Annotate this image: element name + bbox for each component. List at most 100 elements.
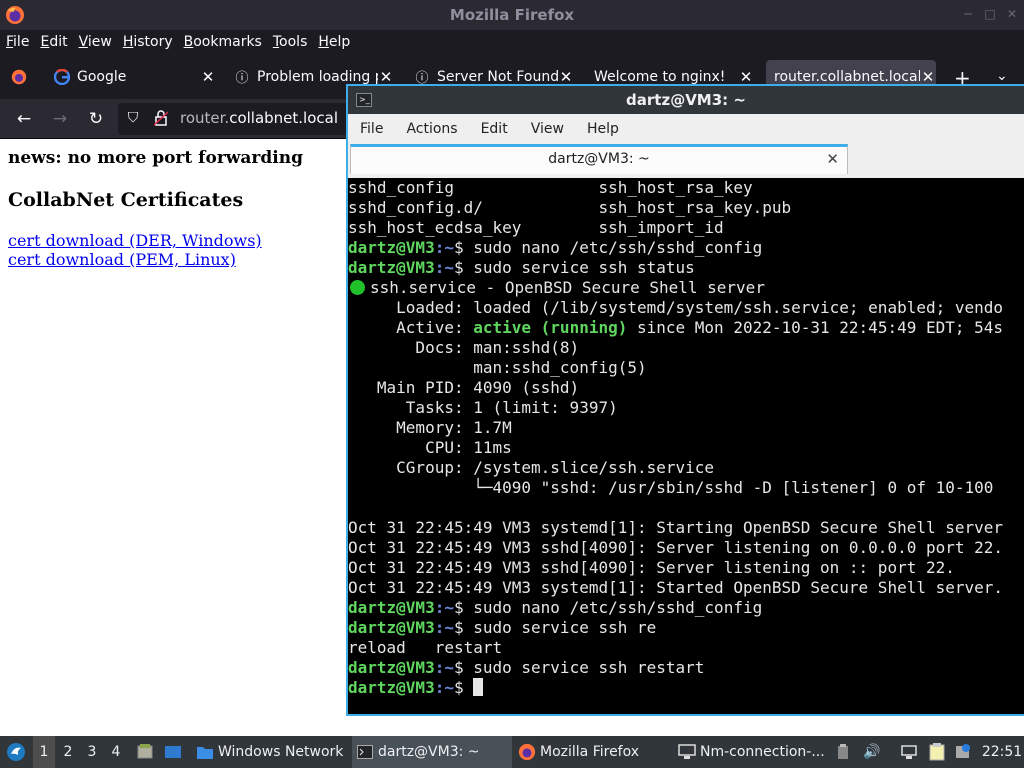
tab-close-icon[interactable]: ✕: [738, 68, 754, 86]
task-label: dartz@VM3: ~: [378, 744, 480, 760]
firefox-view-icon: [11, 69, 27, 84]
firefox-menubar: File Edit View History Bookmarks Tools H…: [0, 30, 1024, 54]
terminal-prompt-line[interactable]: dartz@VM3:~$: [348, 678, 1024, 698]
firefox-window-title: Mozilla Firefox: [449, 6, 575, 24]
menu-history[interactable]: History: [123, 34, 173, 50]
clipboard-tray-icon[interactable]: [836, 736, 850, 768]
tab-label: Server Not Found: [437, 68, 558, 85]
task-label: Nm-connection-...: [700, 744, 825, 760]
url-subdomain: router.: [180, 109, 230, 127]
terminal-tab[interactable]: dartz@VM3: ~ ✕: [350, 144, 848, 174]
terminal-tab-label: dartz@VM3: ~: [548, 151, 650, 167]
update-notifier-icon[interactable]: [952, 736, 974, 768]
lxqt-logo-icon: [7, 743, 25, 761]
command: sudo nano /etc/ssh/sshd_config: [473, 598, 763, 617]
terminal-line: ssh.service - OpenBSD Secure Shell serve…: [348, 278, 1024, 298]
tab-label: Welcome to nginx!: [594, 68, 726, 85]
workspace-1[interactable]: 1: [33, 736, 55, 768]
terminal-line: ssh_host_ecdsa_key ssh_import_id: [348, 218, 724, 237]
active-since: since Mon 2022-10-31 22:45:49 EDT; 54s: [627, 318, 1004, 337]
prompt-user: dartz@VM3: [348, 678, 435, 697]
network-tray-icon[interactable]: [898, 736, 920, 768]
menu-file[interactable]: File: [6, 34, 29, 50]
news-text: news: no more port forwarding: [8, 148, 303, 168]
tab-google[interactable]: Google ✕: [54, 60, 216, 93]
terminal-titlebar[interactable]: >_ dartz@VM3: ~: [348, 86, 1024, 114]
network-icon: [678, 743, 696, 761]
tab-label: router.collabnet.local/: [774, 68, 920, 85]
command: sudo service ssh restart: [473, 658, 705, 677]
volume-icon[interactable]: 🔊: [862, 736, 882, 768]
task-nm-connection[interactable]: Nm-connection-...: [674, 736, 828, 768]
terminal-output[interactable]: sshd_config ssh_host_rsa_key sshd_config…: [348, 178, 1024, 714]
clock[interactable]: 22:51: [982, 736, 1022, 768]
menu-edit[interactable]: Edit: [40, 34, 67, 50]
command: sudo service ssh status: [473, 258, 695, 277]
back-arrow-icon[interactable]: ←: [13, 108, 35, 130]
shield-icon[interactable]: ⛉: [124, 110, 142, 128]
terminal-line: reload restart: [348, 638, 503, 657]
prompt-path: :~: [434, 258, 454, 277]
lock-icon[interactable]: [152, 110, 170, 128]
tab-close-icon[interactable]: ✕: [378, 68, 394, 86]
prompt-path: :~: [434, 618, 454, 637]
terminal-menu-actions[interactable]: Actions: [406, 121, 457, 137]
start-menu-button[interactable]: [4, 736, 28, 768]
workspace-2[interactable]: 2: [57, 736, 79, 768]
show-desktop-icon[interactable]: [162, 736, 184, 768]
active-status: active (running): [473, 318, 628, 337]
menu-help[interactable]: Help: [318, 34, 350, 50]
list-all-tabs-chevron-down-icon[interactable]: ⌄: [996, 68, 1008, 84]
command: sudo nano /etc/ssh/sshd_config: [473, 238, 763, 257]
tab-close-icon[interactable]: ✕: [200, 68, 216, 86]
terminal-line: └─4090 "sshd: /usr/sbin/sshd -D [listene…: [348, 478, 994, 497]
terminal-line: Tasks: 1 (limit: 9397): [348, 398, 618, 417]
url-bar[interactable]: ⛉ router.collabnet.local: [118, 103, 378, 135]
terminal-tabbar: dartz@VM3: ~ ✕: [348, 144, 1024, 178]
menu-bookmarks[interactable]: Bookmarks: [184, 34, 262, 50]
status-active-dot-icon: [350, 280, 365, 295]
task-windows-network[interactable]: Windows Network: [192, 736, 346, 768]
terminal-line: CPU: 11ms: [348, 438, 512, 457]
terminal-menu-file[interactable]: File: [360, 121, 383, 137]
terminal-line: sshd_config ssh_host_rsa_key: [348, 178, 753, 197]
firefox-icon: [518, 743, 536, 761]
task-terminal[interactable]: dartz@VM3: ~: [352, 736, 512, 768]
prompt-user: dartz@VM3: [348, 618, 435, 637]
tab-close-icon[interactable]: ✕: [558, 68, 574, 86]
close-icon[interactable]: ✕: [1004, 6, 1020, 22]
minimize-icon[interactable]: ─: [960, 6, 976, 22]
workspace-3[interactable]: 3: [81, 736, 103, 768]
menu-tools[interactable]: Tools: [273, 34, 308, 50]
info-icon: ⓘ: [235, 71, 249, 86]
close-icon[interactable]: ✕: [826, 150, 839, 168]
menu-view[interactable]: View: [79, 34, 112, 50]
url-domain: collabnet.local: [229, 109, 339, 127]
task-label: Mozilla Firefox: [540, 744, 640, 760]
prompt-symbol: $: [453, 258, 474, 277]
clipboard-manager-icon[interactable]: [926, 736, 948, 768]
prompt-symbol: $: [453, 678, 474, 697]
maximize-icon[interactable]: □: [982, 6, 998, 22]
terminal-menu-view[interactable]: View: [531, 121, 564, 137]
tab-close-icon[interactable]: ✕: [920, 68, 936, 86]
forward-arrow-icon[interactable]: →: [49, 108, 71, 130]
task-firefox[interactable]: Mozilla Firefox: [514, 736, 668, 768]
service-name: ssh.service - OpenBSD Secure Shell serve…: [370, 278, 765, 297]
cert-download-pem-link[interactable]: cert download (PEM, Linux): [8, 250, 236, 269]
workspace-4[interactable]: 4: [105, 736, 127, 768]
terminal-menu-help[interactable]: Help: [587, 121, 619, 137]
firefox-view-button[interactable]: [10, 60, 30, 93]
file-manager-launcher-icon[interactable]: [134, 736, 156, 768]
tab-label: Problem loading page: [257, 68, 378, 85]
prompt-path: :~: [434, 238, 454, 257]
command: sudo service ssh re: [473, 618, 657, 637]
page-heading: CollabNet Certificates: [8, 189, 244, 211]
terminal-line: Oct 31 22:45:49 VM3 sshd[4090]: Server l…: [348, 558, 955, 577]
cert-download-der-link[interactable]: cert download (DER, Windows): [8, 231, 262, 250]
terminal-menu-edit[interactable]: Edit: [481, 121, 508, 137]
reload-icon[interactable]: ↻: [85, 108, 107, 130]
prompt-user: dartz@VM3: [348, 258, 435, 277]
prompt-symbol: $: [453, 238, 474, 257]
